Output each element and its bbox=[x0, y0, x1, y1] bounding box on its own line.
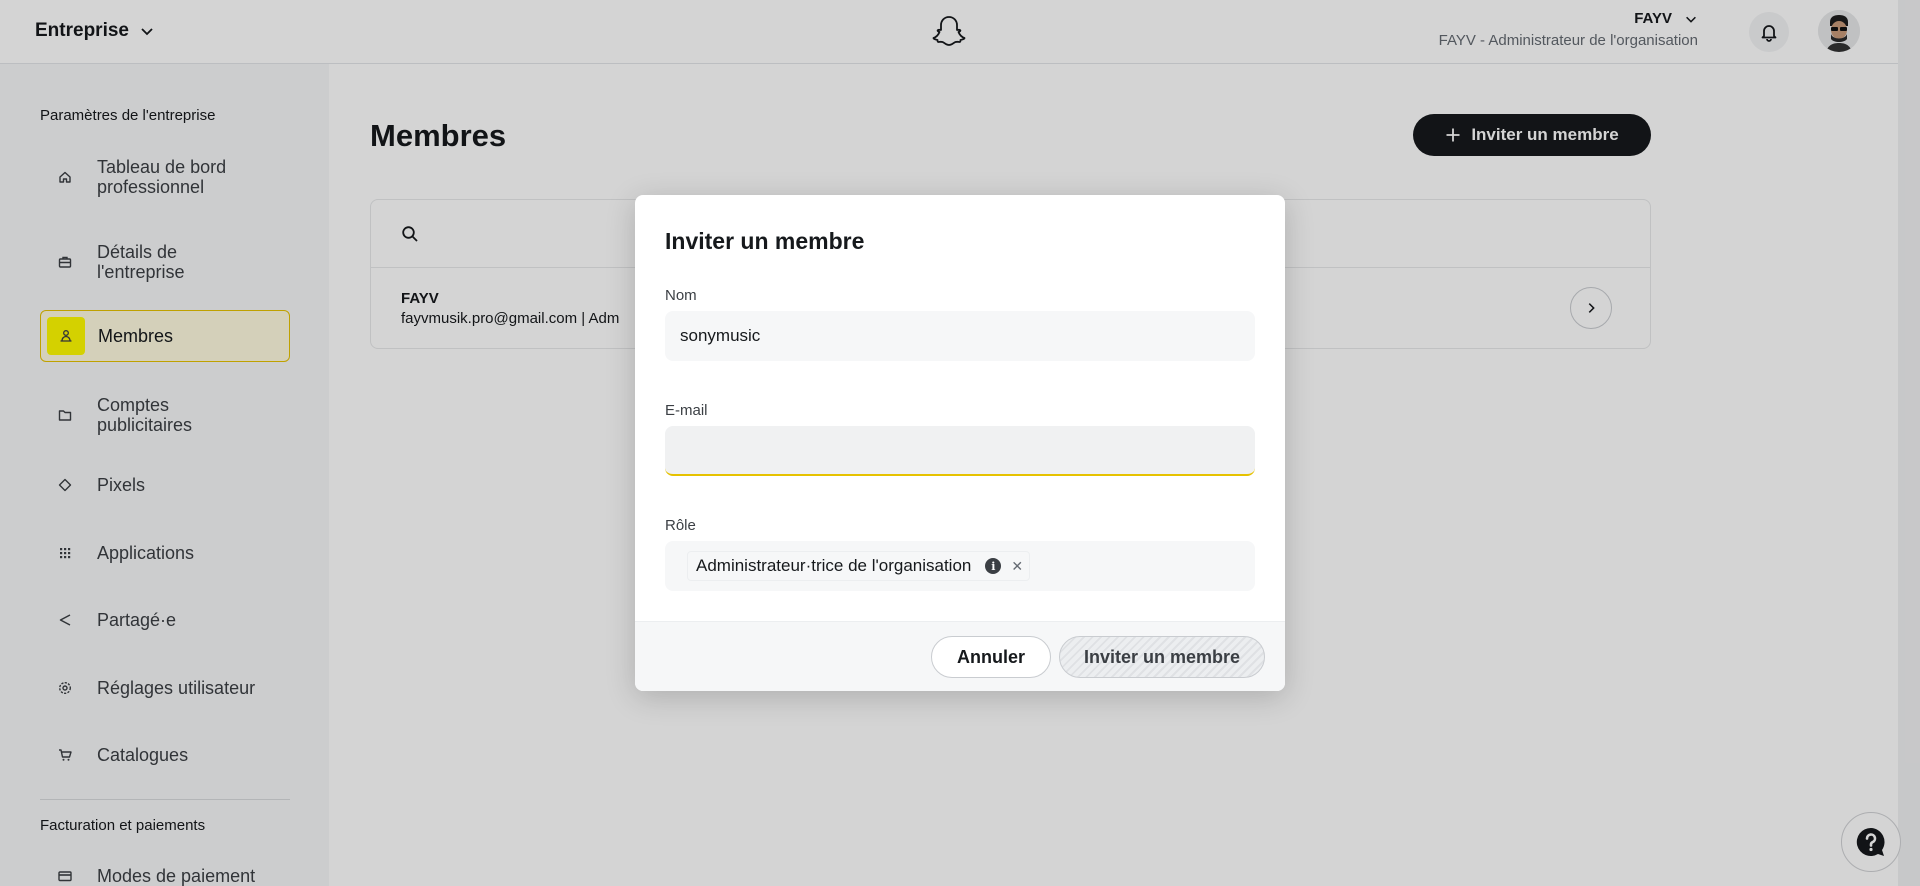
dialog-footer: Annuler Inviter un membre bbox=[635, 621, 1285, 691]
name-field[interactable]: sonymusic bbox=[665, 311, 1255, 361]
info-icon[interactable]: i bbox=[985, 558, 1002, 574]
role-label: Rôle bbox=[665, 517, 696, 534]
submit-invite-button[interactable]: Inviter un membre bbox=[1059, 636, 1265, 678]
dialog-title: Inviter un membre bbox=[665, 228, 865, 254]
invite-member-dialog: Inviter un membre Nom sonymusic E-mail R… bbox=[635, 195, 1285, 691]
cancel-button[interactable]: Annuler bbox=[931, 636, 1051, 678]
email-field[interactable] bbox=[665, 426, 1255, 476]
role-chip-label: Administrateur·trice de l'organisation bbox=[696, 556, 972, 575]
remove-role-icon[interactable]: ✕ bbox=[1011, 558, 1023, 575]
role-chip: Administrateur·trice de l'organisation i… bbox=[687, 551, 1031, 581]
name-label: Nom bbox=[665, 287, 697, 304]
email-label: E-mail bbox=[665, 402, 708, 419]
name-field-value: sonymusic bbox=[680, 326, 761, 345]
role-select[interactable]: Administrateur·trice de l'organisation i… bbox=[665, 541, 1255, 591]
